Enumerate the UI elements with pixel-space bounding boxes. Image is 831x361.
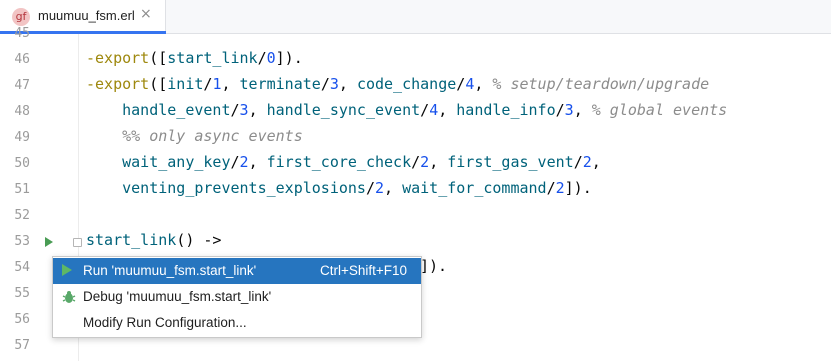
line-number: 55 — [14, 286, 30, 301]
code-line: 48 handle_event/3, handle_sync_event/4, … — [0, 99, 831, 125]
debug-bug-icon — [62, 291, 76, 303]
fold-marker-icon[interactable] — [73, 238, 82, 247]
debug-menu-item[interactable]: Debug 'muumuu_fsm.start_link' — [53, 284, 421, 310]
code-text: handle_event/3, handle_sync_event/4, han… — [122, 101, 728, 119]
line-number: 57 — [14, 338, 30, 353]
code-line: 52 — [0, 203, 831, 229]
shortcut-label: Ctrl+Shift+F10 — [319, 263, 407, 278]
code-line: 45 — [0, 21, 831, 47]
run-gutter-icon[interactable] — [45, 237, 53, 247]
line-number: 52 — [14, 208, 30, 223]
code-text: -export([init/1, terminate/3, code_chang… — [86, 75, 710, 93]
code-text: -export([start_link/0]). — [86, 49, 303, 67]
code-line: 50 wait_any_key/2, first_core_check/2, f… — [0, 151, 831, 177]
run-menu-item[interactable]: Run 'muumuu_fsm.start_link' Ctrl+Shift+F… — [53, 258, 421, 284]
line-number: 47 — [14, 78, 30, 93]
run-context-popup: Run 'muumuu_fsm.start_link' Ctrl+Shift+F… — [52, 256, 422, 338]
run-icon — [62, 264, 72, 276]
line-number: 53 — [14, 234, 30, 249]
line-number: 45 — [14, 26, 30, 41]
code-text: %% only async events — [122, 127, 303, 145]
line-number: 50 — [14, 156, 30, 171]
code-line: 46 -export([start_link/0]). — [0, 47, 831, 73]
close-tab-icon[interactable]: × — [140, 6, 152, 22]
line-number: 46 — [14, 52, 30, 67]
code-text: ]). — [420, 257, 448, 275]
code-line: 53 start_link() -> — [0, 229, 831, 255]
code-text: wait_any_key/2, first_core_check/2, firs… — [122, 153, 601, 171]
code-text: venting_prevents_explosions/2, wait_for_… — [122, 179, 592, 197]
line-number: 56 — [14, 312, 30, 327]
line-number: 54 — [14, 260, 30, 275]
code-text: start_link() -> — [86, 231, 222, 249]
code-line: 47 -export([init/1, terminate/3, code_ch… — [0, 73, 831, 99]
modify-run-config-menu-item[interactable]: Modify Run Configuration... — [53, 310, 421, 336]
line-number: 49 — [14, 130, 30, 145]
line-number: 48 — [14, 104, 30, 119]
code-line: 49 %% only async events — [0, 125, 831, 151]
code-line: 51 venting_prevents_explosions/2, wait_f… — [0, 177, 831, 203]
line-number: 51 — [14, 182, 30, 197]
